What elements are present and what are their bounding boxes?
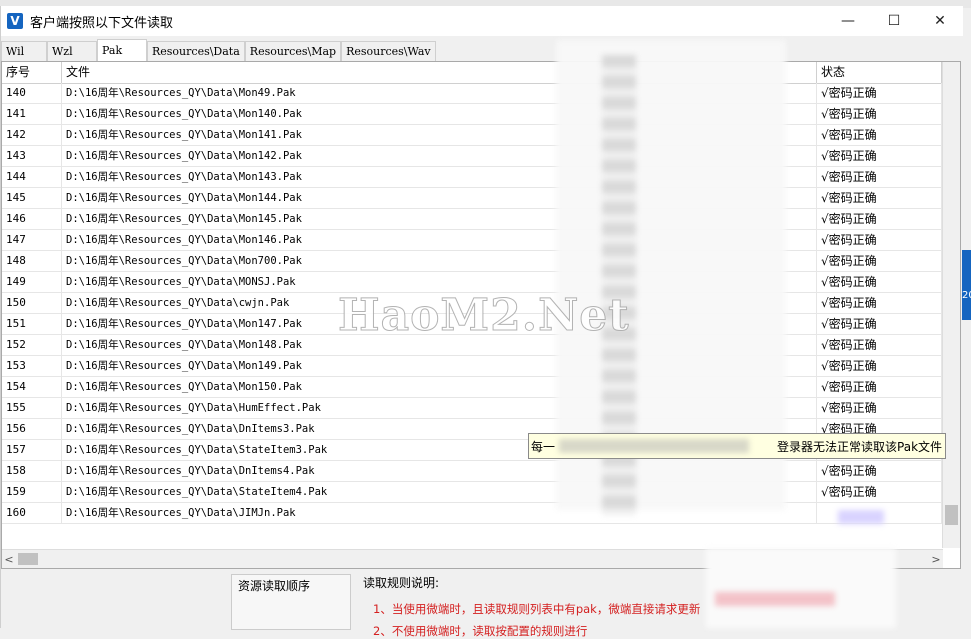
rule-line-1: 1、当使用微端时，且读取规则列表中有pak，微端直接请求更新 bbox=[373, 602, 701, 616]
blurred-region-bottom bbox=[706, 548, 896, 628]
resource-order-label: 资源读取顺序 bbox=[238, 579, 311, 593]
row-index: 140 bbox=[2, 83, 62, 103]
app-icon: V bbox=[7, 13, 23, 29]
table-row[interactable]: 158 D:\16周年\Resources_QY\Data\DnItems4.Pa… bbox=[2, 461, 942, 482]
title-bar: V 客户端按照以下文件读取 — ☐ ✕ bbox=[1, 6, 963, 36]
row-index: 158 bbox=[2, 461, 62, 481]
row-index: 144 bbox=[2, 167, 62, 187]
table-row[interactable]: 155 D:\16周年\Resources_QY\Data\HumEffect.P… bbox=[2, 398, 942, 419]
table-row[interactable]: 141 D:\16周年\Resources_QY\Data\Mon140.Pak √… bbox=[2, 104, 942, 125]
side-panel-text: 20 bbox=[962, 290, 971, 301]
tooltip-suffix: 登录器无法正常读取该Pak文件 bbox=[777, 439, 943, 454]
tooltip-blurred-text bbox=[559, 439, 750, 453]
row-index: 159 bbox=[2, 482, 62, 502]
tab-pak[interactable]: Pak bbox=[97, 39, 147, 61]
row-index: 151 bbox=[2, 314, 62, 334]
tooltip: 每一 登录器无法正常读取该Pak文件 bbox=[528, 433, 946, 459]
tooltip-prefix: 每一 bbox=[531, 439, 556, 454]
table-row[interactable]: 143 D:\16周年\Resources_QY\Data\Mon142.Pak √… bbox=[2, 146, 942, 167]
row-index: 160 bbox=[2, 503, 62, 523]
minimize-button[interactable]: — bbox=[825, 6, 871, 36]
row-status: √密码正确 bbox=[817, 125, 942, 145]
row-status: √密码正确 bbox=[817, 251, 942, 271]
row-index: 157 bbox=[2, 440, 62, 460]
row-index: 147 bbox=[2, 230, 62, 250]
table-row[interactable]: 159 D:\16周年\Resources_QY\Data\StateItem4.… bbox=[2, 482, 942, 503]
row-index: 141 bbox=[2, 104, 62, 124]
row-index: 154 bbox=[2, 377, 62, 397]
row-status: √密码正确 bbox=[817, 293, 942, 313]
row-status: √密码正确 bbox=[817, 272, 942, 292]
blurred-rule-text bbox=[715, 592, 835, 606]
vertical-scroll-thumb[interactable] bbox=[945, 505, 958, 525]
row-status: √密码正确 bbox=[817, 209, 942, 229]
tab-wzl[interactable]: Wzl bbox=[47, 41, 97, 61]
row-status: √密码正确 bbox=[817, 482, 942, 502]
maximize-button[interactable]: ☐ bbox=[871, 6, 917, 36]
header-status[interactable]: 状态 bbox=[817, 62, 942, 83]
table-row[interactable]: 160 D:\16周年\Resources_QY\Data\JIMJn.Pak bbox=[2, 503, 942, 524]
window-title: 客户端按照以下文件读取 bbox=[30, 15, 174, 31]
side-panel-edge: 20 bbox=[962, 250, 971, 320]
scroll-left-icon[interactable]: < bbox=[2, 553, 16, 566]
row-status: √密码正确 bbox=[817, 188, 942, 208]
watermark: HaoM2.Net bbox=[338, 290, 630, 342]
tab-strip: Wil Wzl Pak Resources\Data Resources\Map… bbox=[1, 39, 436, 61]
row-status: √密码正确 bbox=[817, 398, 942, 418]
row-index: 152 bbox=[2, 335, 62, 355]
table-row[interactable]: 144 D:\16周年\Resources_QY\Data\Mon143.Pak √… bbox=[2, 167, 942, 188]
row-status: √密码正确 bbox=[817, 230, 942, 250]
row-status: √密码正确 bbox=[817, 167, 942, 187]
row-status: √密码正确 bbox=[817, 356, 942, 376]
row-index: 146 bbox=[2, 209, 62, 229]
row-status: √密码正确 bbox=[817, 104, 942, 124]
row-index: 150 bbox=[2, 293, 62, 313]
row-index: 148 bbox=[2, 251, 62, 271]
vertical-scrollbar[interactable] bbox=[942, 62, 960, 548]
close-button[interactable]: ✕ bbox=[917, 6, 963, 36]
row-index: 156 bbox=[2, 419, 62, 439]
row-index: 155 bbox=[2, 398, 62, 418]
rule-line-2: 2、不使用微端时，读取按配置的规则进行 bbox=[373, 624, 588, 638]
table-row[interactable]: 147 D:\16周年\Resources_QY\Data\Mon146.Pak √… bbox=[2, 230, 942, 251]
tab-resources-wav[interactable]: Resources\Wav bbox=[341, 41, 436, 61]
table-row[interactable]: 145 D:\16周年\Resources_QY\Data\Mon144.Pak √… bbox=[2, 188, 942, 209]
table-row[interactable]: 142 D:\16周年\Resources_QY\Data\Mon141.Pak √… bbox=[2, 125, 942, 146]
horizontal-scroll-thumb[interactable] bbox=[18, 553, 38, 565]
scroll-right-icon[interactable]: > bbox=[929, 553, 943, 566]
tab-resources-data[interactable]: Resources\Data bbox=[147, 41, 245, 61]
tab-wil[interactable]: Wil bbox=[1, 41, 47, 61]
rules-title: 读取规则说明: bbox=[363, 576, 440, 590]
row-index: 145 bbox=[2, 188, 62, 208]
table-row[interactable]: 140 D:\16周年\Resources_QY\Data\Mon49.Pak √密… bbox=[2, 83, 942, 104]
table-header: 序号 文件 状态 bbox=[2, 62, 942, 84]
row-status: √密码正确 bbox=[817, 461, 942, 481]
table-row[interactable]: 148 D:\16周年\Resources_QY\Data\Mon700.Pak √… bbox=[2, 251, 942, 272]
row-status: √密码正确 bbox=[817, 314, 942, 334]
row-index: 149 bbox=[2, 272, 62, 292]
resource-order-panel: 资源读取顺序 bbox=[231, 574, 351, 630]
table-row[interactable]: 146 D:\16周年\Resources_QY\Data\Mon145.Pak √… bbox=[2, 209, 942, 230]
row-status: √密码正确 bbox=[817, 335, 942, 355]
row-index: 153 bbox=[2, 356, 62, 376]
header-index[interactable]: 序号 bbox=[2, 62, 62, 83]
row-status: √密码正确 bbox=[817, 377, 942, 397]
row-status: √密码正确 bbox=[817, 83, 942, 103]
row-index: 142 bbox=[2, 125, 62, 145]
row-index: 143 bbox=[2, 146, 62, 166]
row-status: √密码正确 bbox=[817, 146, 942, 166]
blurred-status bbox=[838, 510, 884, 524]
tab-resources-map[interactable]: Resources\Map bbox=[244, 41, 342, 61]
table-row[interactable]: 154 D:\16周年\Resources_QY\Data\Mon150.Pak √… bbox=[2, 377, 942, 398]
table-row[interactable]: 153 D:\16周年\Resources_QY\Data\Mon149.Pak √… bbox=[2, 356, 942, 377]
